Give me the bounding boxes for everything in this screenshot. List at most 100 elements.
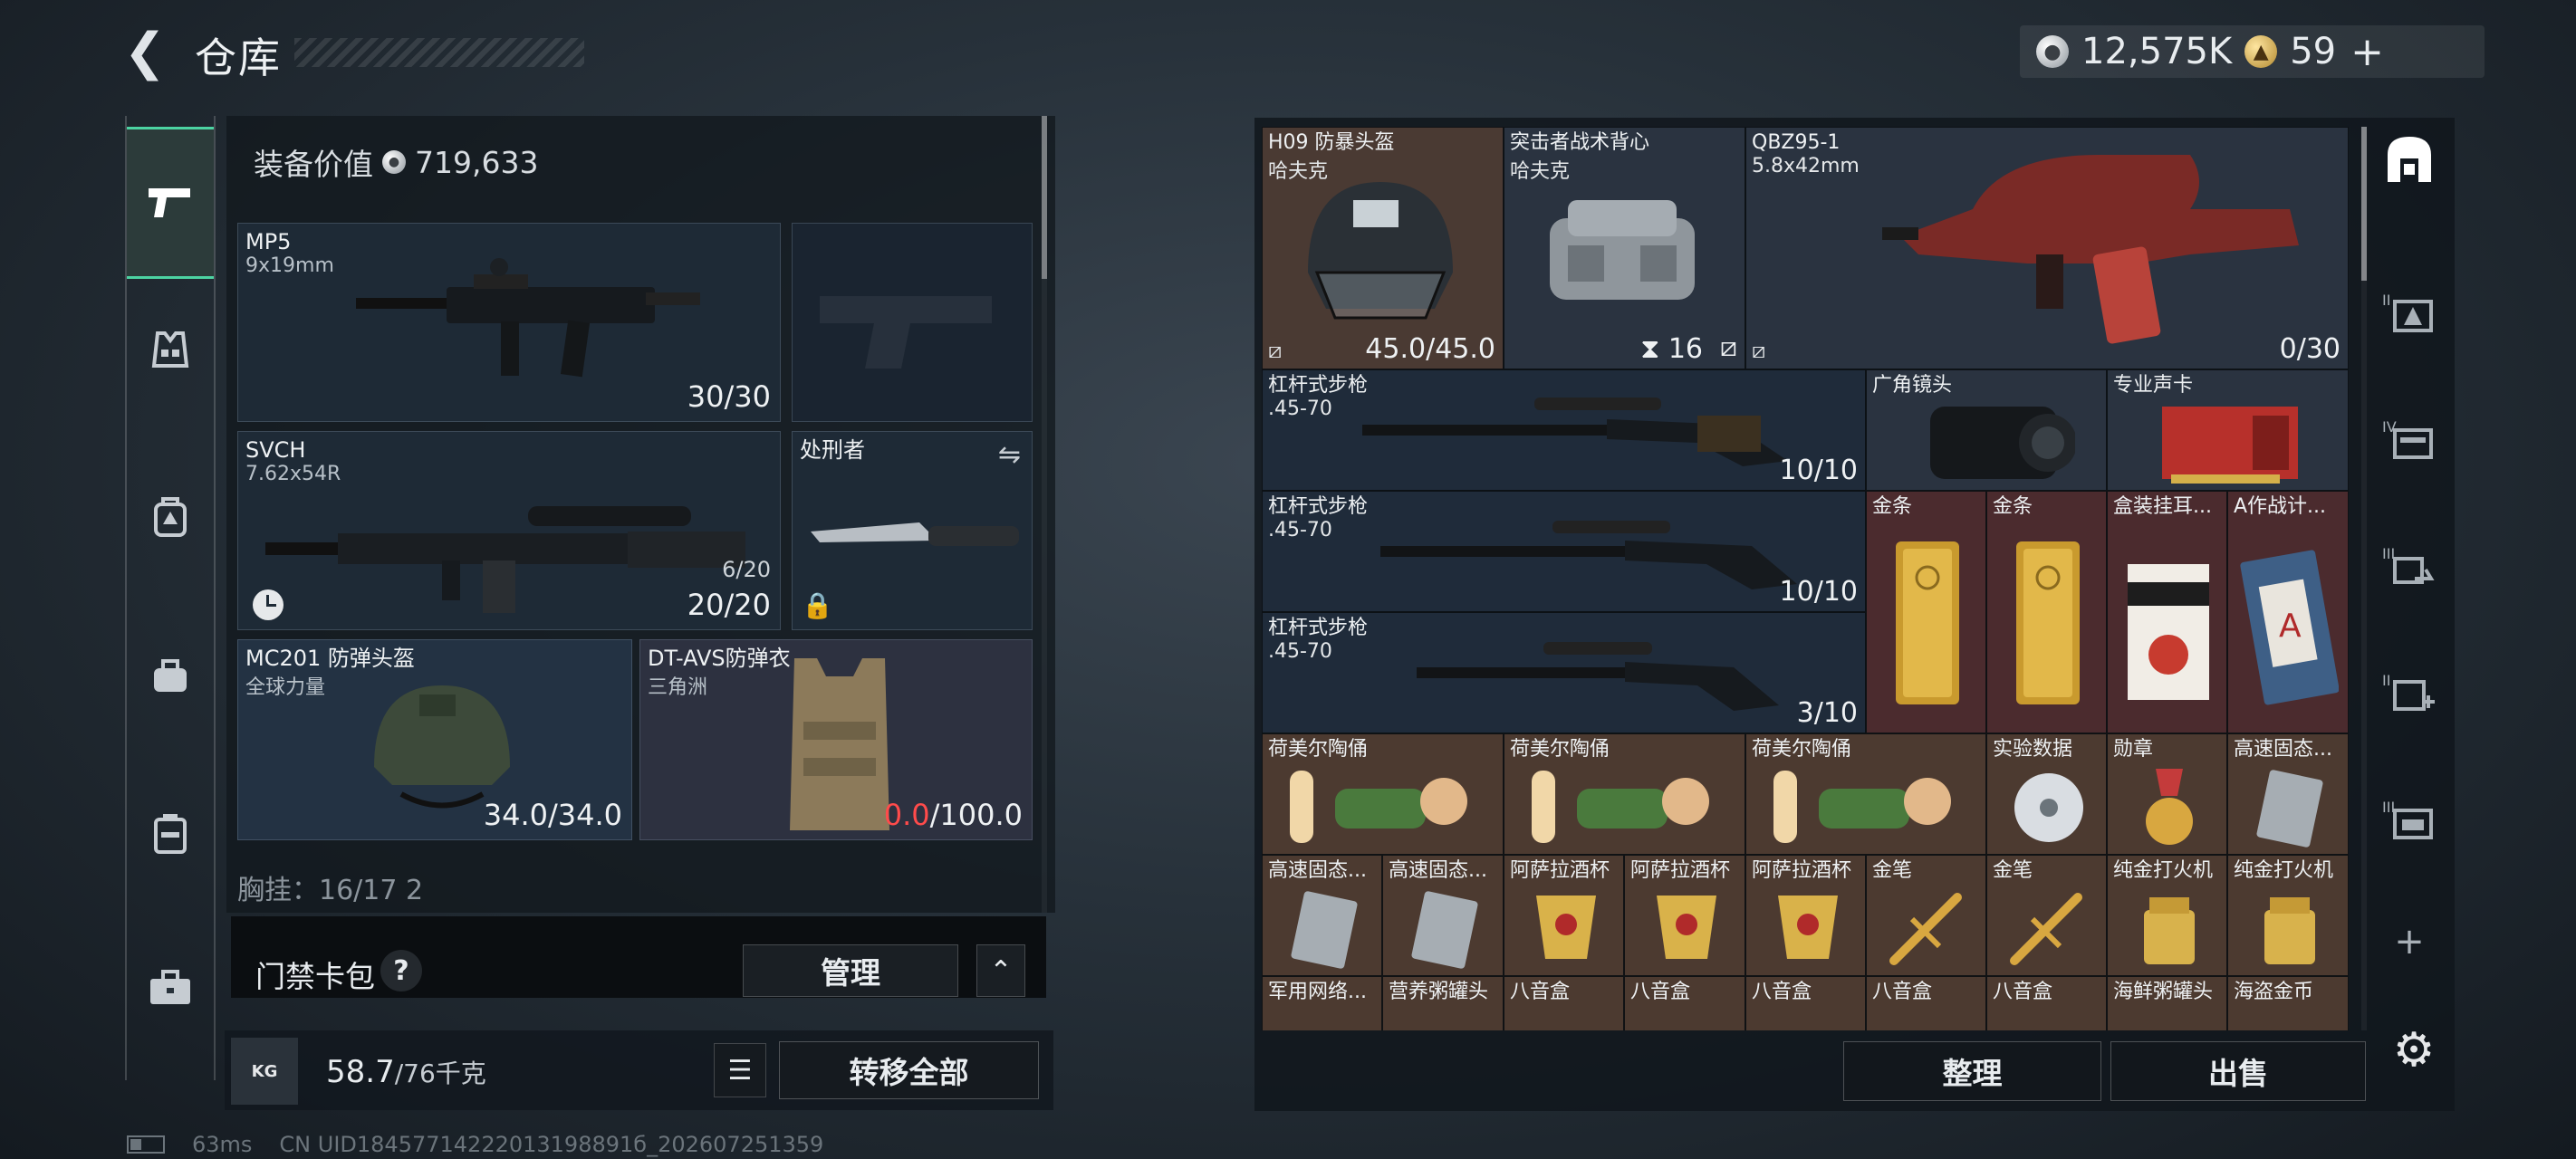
weapon-name: MP5 — [245, 229, 292, 254]
add-stash-button[interactable]: + — [2369, 915, 2450, 969]
expand-button[interactable]: ⌃ — [976, 944, 1025, 997]
armor-name: DT-AVS防弹衣 — [648, 646, 791, 671]
book-image: A — [2240, 550, 2339, 705]
stash-item-gold-bar[interactable]: 金条 — [1866, 491, 1986, 733]
add-currency-button[interactable]: + — [2350, 29, 2384, 75]
stash-item-figurine[interactable]: 荷美尔陶俑 — [1504, 733, 1745, 855]
stash-item-h09[interactable]: H09 防暴头盔 哈夫克 ⧄ 45.0/45.0 — [1262, 127, 1504, 369]
nav-vest[interactable] — [127, 306, 214, 393]
settings-button[interactable]: ⚙ — [2387, 1023, 2441, 1078]
backpack-icon — [154, 497, 187, 537]
stash-item-asara-cup[interactable]: 阿萨拉酒杯 — [1745, 855, 1866, 976]
stash-tab-all[interactable] — [2369, 118, 2450, 199]
stash-tab-3[interactable]: III — [2369, 525, 2450, 607]
stash-item-coffee[interactable]: 盒装挂耳... — [2107, 491, 2227, 733]
stash-item-asara-cup[interactable]: 阿萨拉酒杯 — [1624, 855, 1745, 976]
stash-item-gold-pen[interactable]: 金笔 — [1986, 855, 2107, 976]
stash-item-music-box[interactable]: 八音盒 — [1624, 976, 1745, 1030]
nav-backpack[interactable] — [127, 474, 214, 560]
svg-text:II: II — [2382, 292, 2390, 309]
stash-item-network[interactable]: 军用网络... — [1262, 976, 1382, 1030]
disc-image — [2014, 773, 2083, 842]
stash-item-seafood-can[interactable]: 海鲜粥罐头 — [2107, 976, 2227, 1030]
stash-item-music-box[interactable]: 八音盒 — [1986, 976, 2107, 1030]
svg-text:II: II — [2382, 672, 2390, 689]
stash-item-lever-rifle[interactable]: 杠杆式步枪 .45-70 10/10 — [1262, 491, 1866, 612]
stash-item-figurine[interactable]: 荷美尔陶俑 — [1745, 733, 1986, 855]
nav-secure-case[interactable] — [127, 790, 214, 877]
stash-tab-3b[interactable]: III — [2369, 779, 2450, 860]
timer-icon — [253, 589, 284, 620]
armor-durability: 0.0/100.0 — [883, 798, 1023, 832]
cup-image — [1778, 896, 1838, 959]
armor-brand: 三角洲 — [648, 676, 708, 699]
gold-bar-image — [2016, 541, 2080, 704]
currency-display[interactable]: ● 12,575K ▲ 59 + — [2020, 25, 2485, 78]
stash-item-gold-lighter[interactable]: 纯金打火机 — [2227, 855, 2349, 976]
pen-image — [2010, 893, 2082, 965]
stash-grid: H09 防暴头盔 哈夫克 ⧄ 45.0/45.0 突击者战术背心 哈夫克 ⧗ 1… — [1262, 127, 2349, 1030]
weight-icon: KG — [231, 1038, 298, 1105]
sidearm-slot-empty[interactable] — [792, 223, 1033, 422]
stash-item-pirate-coin[interactable]: 海盗金币 — [2227, 976, 2349, 1030]
helmet-slot[interactable]: MC201 防弹头盔 全球力量 34.0/34.0 — [237, 639, 632, 840]
stash-item-ssd[interactable]: 高速固态... — [1382, 855, 1504, 976]
stash-item-gold-bar[interactable]: 金条 — [1986, 491, 2107, 733]
vest-icon: ⧗ — [1640, 333, 1660, 365]
stash-item-ssd[interactable]: 高速固态... — [1262, 855, 1382, 976]
chest-rig-row[interactable]: 胸挂：16/17 2 — [237, 867, 1034, 904]
stash-item-lever-rifle[interactable]: 杠杆式步枪 .45-70 10/10 — [1262, 369, 1866, 491]
stash-item-battle-plan[interactable]: A作战计... A — [2227, 491, 2349, 733]
help-button[interactable]: ? — [380, 950, 422, 991]
stash-item-lever-rifle[interactable]: 杠杆式步枪 .45-70 3/10 — [1262, 612, 1866, 733]
stash-tab-4[interactable]: IV — [2369, 398, 2450, 480]
figurine-image — [1773, 771, 1951, 843]
status-bar: 63ms CN UID18457714222013198891б_2026072… — [127, 1132, 823, 1157]
stash-item-soundcard[interactable]: 专业声卡 — [2107, 369, 2349, 491]
stash-item-asara-cup[interactable]: 阿萨拉酒杯 — [1504, 855, 1624, 976]
primary-weapon-slot[interactable]: MP5 9x19mm 30/30 — [237, 223, 781, 422]
melee-name: 处刑者 — [800, 437, 865, 463]
back-button[interactable]: ❮ — [122, 23, 168, 81]
stash-item-ssd[interactable]: 高速固态... — [2227, 733, 2349, 855]
nav-toolbox[interactable] — [127, 944, 214, 1031]
stash-scrollbar[interactable] — [2361, 127, 2367, 1030]
stash-item-figurine[interactable]: 荷美尔陶俑 — [1262, 733, 1504, 855]
stash-item-music-box[interactable]: 八音盒 — [1866, 976, 1986, 1030]
gear-icon: ⚙ — [2392, 1023, 2436, 1078]
rifle-image — [1417, 642, 1779, 711]
nav-weapons[interactable] — [127, 127, 214, 279]
stash-item-medal[interactable]: 勋章 — [2107, 733, 2227, 855]
secondary-weapon-slot[interactable]: SVCH 7.62x54R 6/20 20/20 — [237, 431, 781, 630]
sort-button[interactable]: 整理 — [1843, 1041, 2101, 1101]
equipment-value-label: 装备价值 — [254, 147, 373, 182]
stash-item-gold-lighter[interactable]: 纯金打火机 — [2107, 855, 2227, 976]
nav-pouch[interactable] — [127, 632, 214, 719]
stash-item-music-box[interactable]: 八音盒 — [1504, 976, 1624, 1030]
stash-item-music-box[interactable]: 八音盒 — [1745, 976, 1866, 1030]
silver-amount: 12,575K — [2081, 31, 2233, 72]
page-title: 仓库 — [195, 34, 282, 82]
swap-icon[interactable]: ⇋ — [998, 439, 1021, 471]
stash-tab-2[interactable]: II — [2369, 272, 2450, 353]
broken-icon: ⧄ — [1268, 338, 1283, 363]
armor-slot[interactable]: DT-AVS防弹衣 三角洲 0.0/100.0 — [639, 639, 1033, 840]
melee-slot[interactable]: 处刑者 ⇋ 🔒 — [792, 431, 1033, 630]
stash-item-lens[interactable]: 广角镜头 — [1866, 369, 2107, 491]
lighter-image — [2264, 897, 2315, 964]
stash-item-gold-pen[interactable]: 金笔 — [1866, 855, 1986, 976]
cup-image — [1536, 896, 1596, 959]
list-view-button[interactable]: ☰ — [714, 1043, 766, 1097]
manage-button[interactable]: 管理 — [743, 944, 958, 997]
stash-tab-2b[interactable]: II — [2369, 652, 2450, 733]
transfer-all-button[interactable]: 转移全部 — [779, 1041, 1039, 1099]
sell-button[interactable]: 出售 — [2110, 1041, 2366, 1101]
soundcard-image — [2162, 407, 2298, 484]
stash-item-qbz95[interactable]: QBZ95-1 5.8x42mm ⧄ 0/30 — [1745, 127, 2349, 369]
stash-item-porridge-can[interactable]: 营养粥罐头 — [1382, 976, 1504, 1030]
equipment-scrollbar[interactable] — [1042, 116, 1047, 913]
back-arrow-icon: ❮ — [123, 23, 167, 81]
stash-item-data-disc[interactable]: 实验数据 — [1986, 733, 2107, 855]
stash-item-vest[interactable]: 突击者战术背心 哈夫克 ⧗ 16 ⧄ — [1504, 127, 1745, 369]
stash-page-nav: II IV III II III + — [2369, 118, 2450, 963]
